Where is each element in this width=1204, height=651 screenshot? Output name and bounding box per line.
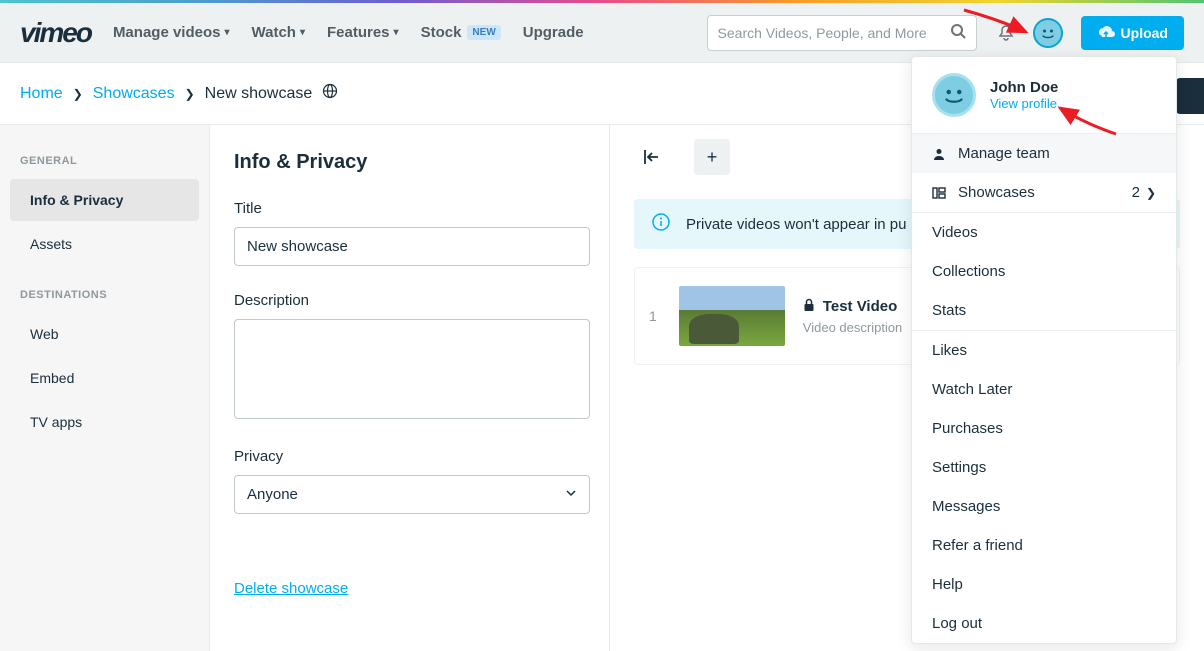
nav-label: Manage videos: [113, 24, 221, 41]
search-box[interactable]: [707, 15, 977, 51]
search-icon[interactable]: [950, 23, 966, 42]
sidebar-item-tv-apps[interactable]: TV apps: [10, 401, 199, 443]
dropdown-item-help[interactable]: Help: [912, 565, 1176, 604]
dropdown-item-refer[interactable]: Refer a friend: [912, 526, 1176, 565]
view-profile-link[interactable]: View profile: [990, 96, 1058, 111]
showcases-count: 2: [1132, 184, 1140, 201]
showcases-icon: [932, 186, 948, 200]
delete-showcase-link[interactable]: Delete showcase: [234, 580, 348, 597]
video-description: Video description: [803, 320, 903, 335]
user-dropdown: John Doe View profile Manage team Showca…: [911, 56, 1177, 644]
globe-icon: [322, 83, 338, 104]
sidebar-heading-general: GENERAL: [0, 151, 209, 179]
breadcrumb-home[interactable]: Home: [20, 85, 63, 103]
bell-icon[interactable]: [997, 24, 1015, 42]
title-label: Title: [234, 200, 585, 217]
nav-label: Features: [327, 24, 390, 41]
description-label: Description: [234, 292, 585, 309]
sidebar-item-assets[interactable]: Assets: [10, 223, 199, 265]
upload-label: Upload: [1121, 25, 1168, 41]
collapse-button[interactable]: [634, 139, 670, 175]
avatar-large: [932, 73, 976, 117]
plus-icon: +: [707, 147, 718, 168]
chevron-right-icon: ❯: [73, 87, 83, 101]
dropdown-item-videos[interactable]: Videos: [912, 213, 1176, 252]
lock-icon: [803, 298, 815, 316]
sidebar-item-embed[interactable]: Embed: [10, 357, 199, 399]
description-input[interactable]: [234, 319, 590, 419]
dropdown-item-stats[interactable]: Stats: [912, 291, 1176, 330]
dropdown-header: John Doe View profile: [912, 57, 1176, 133]
nav-label: Upgrade: [523, 24, 584, 41]
dropdown-item-messages[interactable]: Messages: [912, 487, 1176, 526]
nav-watch[interactable]: Watch ▾: [252, 24, 305, 41]
dropdown-label: Manage team: [958, 145, 1050, 162]
person-icon: [932, 147, 948, 161]
dropdown-item-manage-team[interactable]: Manage team: [912, 134, 1176, 173]
breadcrumb-current: New showcase: [205, 85, 313, 103]
dropdown-item-purchases[interactable]: Purchases: [912, 409, 1176, 448]
search-input[interactable]: [718, 25, 950, 41]
nav-label: Stock: [421, 24, 462, 41]
title-input[interactable]: [234, 227, 590, 266]
nav-features[interactable]: Features ▾: [327, 24, 399, 41]
sidebar: GENERAL Info & Privacy Assets DESTINATIO…: [0, 125, 210, 651]
nav-label: Watch: [252, 24, 296, 41]
dropdown-label: Showcases: [958, 184, 1035, 201]
chevron-right-icon: ❯: [185, 87, 195, 101]
nav-upgrade[interactable]: Upgrade: [523, 24, 584, 41]
dropdown-item-logout[interactable]: Log out: [912, 604, 1176, 643]
new-badge: NEW: [467, 25, 500, 40]
dropdown-item-likes[interactable]: Likes: [912, 331, 1176, 370]
video-title: Test Video: [823, 298, 897, 315]
sidebar-heading-destinations: DESTINATIONS: [0, 285, 209, 313]
page-title: Info & Privacy: [234, 151, 585, 174]
nav-stock[interactable]: Stock NEW: [421, 24, 501, 41]
video-thumbnail[interactable]: [679, 286, 785, 346]
chevron-down-icon: [565, 486, 577, 503]
chevron-right-icon: ❯: [1146, 186, 1156, 200]
chevron-down-icon: ▾: [394, 27, 399, 38]
sidebar-item-web[interactable]: Web: [10, 313, 199, 355]
dropdown-item-watch-later[interactable]: Watch Later: [912, 370, 1176, 409]
dropdown-item-showcases[interactable]: Showcases 2 ❯: [912, 173, 1176, 212]
add-button[interactable]: +: [694, 139, 730, 175]
user-name: John Doe: [990, 79, 1058, 96]
breadcrumb-showcases[interactable]: Showcases: [93, 85, 175, 103]
content-pane: Info & Privacy Title Description Privacy…: [210, 125, 610, 651]
info-icon: [652, 213, 670, 235]
privacy-value: Anyone: [247, 486, 298, 503]
cloud-upload-icon: [1097, 26, 1115, 40]
upload-button[interactable]: Upload: [1081, 16, 1184, 50]
privacy-select[interactable]: Anyone: [234, 475, 590, 514]
info-banner-text: Private videos won't appear in pu: [686, 216, 907, 233]
nav-manage-videos[interactable]: Manage videos ▾: [113, 24, 230, 41]
chevron-down-icon: ▾: [300, 27, 305, 38]
top-nav: vimeo Manage videos ▾ Watch ▾ Features ▾…: [0, 3, 1204, 63]
privacy-label: Privacy: [234, 448, 585, 465]
dropdown-item-collections[interactable]: Collections: [912, 252, 1176, 291]
vimeo-logo[interactable]: vimeo: [20, 17, 91, 49]
video-index: 1: [649, 308, 657, 324]
avatar-button[interactable]: [1033, 18, 1063, 48]
chevron-down-icon: ▾: [224, 27, 229, 38]
side-panel-peek[interactable]: [1176, 78, 1204, 114]
dropdown-item-settings[interactable]: Settings: [912, 448, 1176, 487]
sidebar-item-info-privacy[interactable]: Info & Privacy: [10, 179, 199, 221]
